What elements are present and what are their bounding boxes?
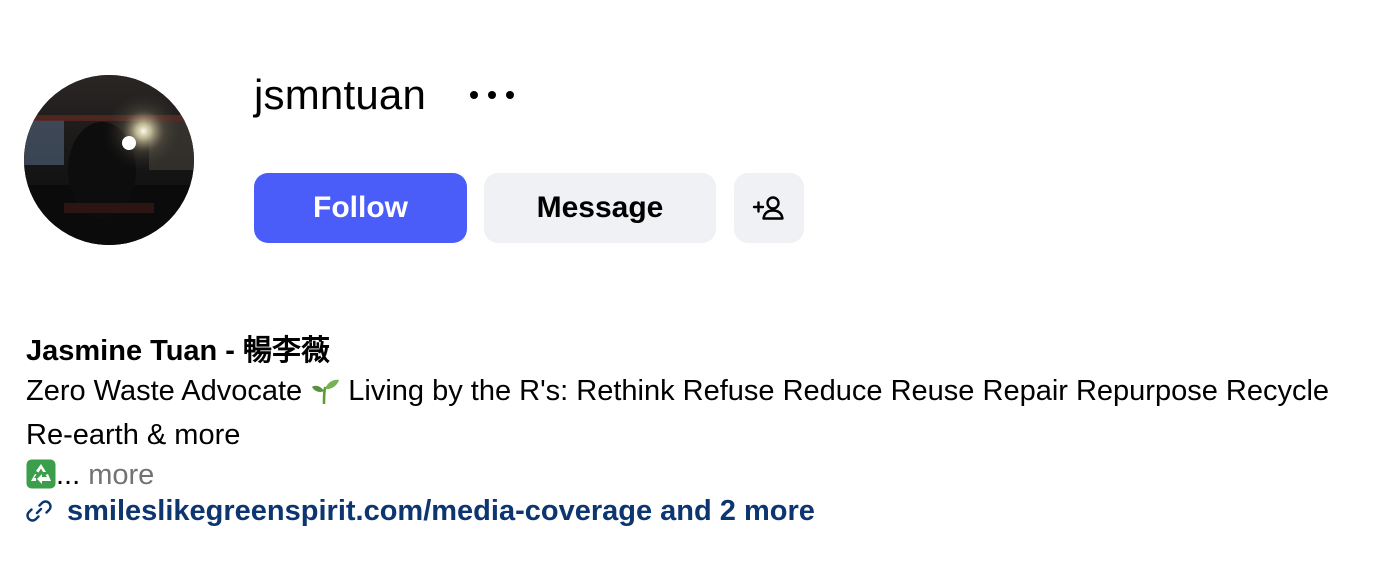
external-link-text[interactable]: smileslikegreenspirit.com/media-coverage… [67,495,815,528]
full-name: Jasmine Tuan - 暢李薇 [26,335,331,367]
external-link[interactable]: smileslikegreenspirit.com/media-coverage… [24,491,815,531]
seedling-icon [310,375,340,415]
more-options-button[interactable] [464,78,520,112]
message-button[interactable]: Message [484,173,716,243]
person-add-icon [752,196,784,220]
follow-button[interactable]: Follow [254,173,467,243]
suggested-accounts-button[interactable] [734,173,804,243]
username: jsmntuan [254,71,427,118]
ellipsis-text: ... [56,459,81,491]
link-icon [24,496,54,526]
bio-more-link[interactable]: more [80,459,154,491]
bio-text-start: Zero Waste Advocate [26,375,311,407]
bio: Jasmine Tuan - 暢李薇 Zero Waste Advocate L… [26,331,1366,500]
ellipsis-horizontal-icon [470,91,514,99]
avatar[interactable] [24,75,194,245]
avatar-image [24,75,194,245]
bio-text: Zero Waste Advocate Living by the R's: R… [26,371,1366,455]
